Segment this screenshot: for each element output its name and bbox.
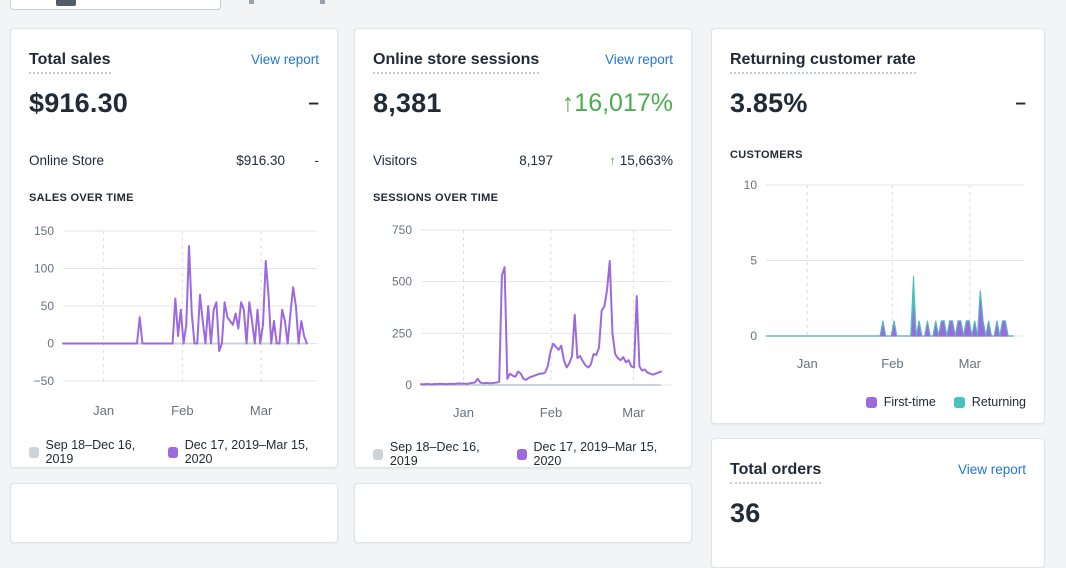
legend-swatch	[29, 446, 39, 458]
svg-text:Feb: Feb	[881, 356, 903, 371]
svg-text:150: 150	[34, 224, 54, 238]
channel-change: -	[314, 153, 320, 168]
sessions-title[interactable]: Online store sessions	[373, 51, 540, 74]
cropped-control-fragment	[249, 0, 254, 4]
legend-swatch	[953, 396, 965, 408]
legend-label: Sep 18–Dec 16, 2019	[389, 440, 480, 468]
svg-text:Mar: Mar	[250, 403, 273, 418]
legend-swatch	[865, 396, 877, 408]
legend-current-period[interactable]: Dec 17, 2019–Mar 15, 2020	[168, 438, 319, 466]
svg-text:Mar: Mar	[622, 405, 645, 420]
total-orders-title[interactable]: Total orders	[730, 461, 822, 484]
view-report-link[interactable]: View report	[958, 462, 1026, 477]
legend-swatch	[373, 448, 383, 460]
svg-text:0: 0	[750, 329, 757, 343]
chart-legend: First-time Returning	[730, 395, 1026, 409]
sessions-change-value: 16,017%	[574, 89, 673, 117]
view-report-link[interactable]: View report	[251, 52, 319, 67]
svg-text:Feb: Feb	[540, 405, 562, 420]
sessions-over-time-chart[interactable]: 750 500 250 0 Jan Feb Mar	[373, 212, 675, 426]
legend-label: Dec 17, 2019–Mar 15, 2020	[533, 440, 658, 468]
sales-over-time-chart[interactable]: 150 100 50 0 −50 Jan Feb Mar	[29, 212, 321, 424]
total-sales-card: Total sales View report $916.30 – Online…	[10, 28, 338, 468]
change-indicator: –	[1015, 92, 1026, 114]
customers-label: CUSTOMERS	[730, 149, 803, 161]
returning-customer-rate-card: Returning customer rate 3.85% – CUSTOMER…	[711, 28, 1045, 424]
visitors-row: Visitors 8,197 ↑ 15,663%	[373, 153, 673, 168]
svg-text:−50: −50	[34, 374, 55, 388]
visitors-change-value: 15,663%	[619, 153, 673, 168]
svg-text:Jan: Jan	[93, 403, 114, 418]
calendar-icon	[56, 0, 76, 6]
channel-row: Online Store $916.30 -	[29, 153, 319, 168]
svg-text:Jan: Jan	[453, 405, 474, 420]
partial-card	[354, 483, 692, 543]
chart-legend: Sep 18–Dec 16, 2019 Dec 17, 2019–Mar 15,…	[29, 438, 319, 466]
chart-legend: Sep 18–Dec 16, 2019 Dec 17, 2019–Mar 15,…	[373, 440, 673, 468]
returning-rate-title[interactable]: Returning customer rate	[730, 51, 916, 74]
legend-swatch	[516, 448, 527, 460]
total-orders-value: 36	[730, 498, 761, 528]
view-report-link[interactable]: View report	[605, 52, 673, 67]
legend-label: Sep 18–Dec 16, 2019	[45, 438, 136, 466]
cropped-control-fragment	[320, 0, 325, 4]
legend-previous-period[interactable]: Sep 18–Dec 16, 2019	[373, 440, 499, 468]
legend-label: Returning	[971, 395, 1026, 409]
legend-label: First-time	[883, 395, 936, 409]
legend-previous-period[interactable]: Sep 18–Dec 16, 2019	[29, 438, 150, 466]
visitors-change: ↑ 15,663%	[553, 153, 673, 168]
svg-text:Jan: Jan	[797, 356, 818, 371]
legend-swatch	[168, 446, 178, 458]
svg-text:100: 100	[34, 262, 54, 276]
visitors-label: Visitors	[373, 153, 418, 168]
sales-over-time-label: SALES OVER TIME	[29, 192, 134, 204]
visitors-value: 8,197	[519, 153, 553, 168]
customers-chart[interactable]: 10 5 0 Jan Feb Mar	[730, 169, 1028, 377]
svg-text:Feb: Feb	[171, 403, 193, 418]
svg-text:Mar: Mar	[959, 356, 982, 371]
sessions-value: 8,381	[373, 88, 442, 118]
legend-label: Dec 17, 2019–Mar 15, 2020	[184, 438, 309, 466]
sessions-over-time-label: SESSIONS OVER TIME	[373, 192, 499, 204]
svg-text:750: 750	[392, 223, 412, 237]
total-orders-card: Total orders View report 36	[711, 438, 1045, 568]
total-sales-value: $916.30	[29, 88, 128, 118]
channel-value: $916.30	[236, 153, 285, 168]
up-arrow-icon: ↑	[609, 153, 616, 168]
legend-returning[interactable]: Returning	[953, 395, 1026, 409]
returning-rate-value: 3.85%	[730, 88, 808, 118]
total-sales-title[interactable]: Total sales	[29, 51, 111, 74]
svg-text:0: 0	[47, 337, 54, 351]
svg-text:0: 0	[405, 378, 412, 392]
svg-text:5: 5	[750, 254, 757, 268]
up-arrow-icon: ↑	[561, 89, 575, 117]
legend-current-period[interactable]: Dec 17, 2019–Mar 15, 2020	[516, 440, 673, 468]
svg-text:500: 500	[392, 275, 412, 289]
online-store-sessions-card: Online store sessions View report 8,381 …	[354, 28, 692, 468]
sessions-change: ↑16,017%	[562, 89, 673, 118]
partial-card	[10, 483, 338, 543]
svg-text:250: 250	[392, 326, 412, 340]
legend-first-time[interactable]: First-time	[865, 395, 936, 409]
date-range-picker-partial[interactable]	[10, 0, 221, 10]
change-indicator: –	[308, 92, 319, 114]
channel-label: Online Store	[29, 153, 105, 168]
svg-text:10: 10	[744, 178, 758, 192]
svg-text:50: 50	[41, 299, 55, 313]
